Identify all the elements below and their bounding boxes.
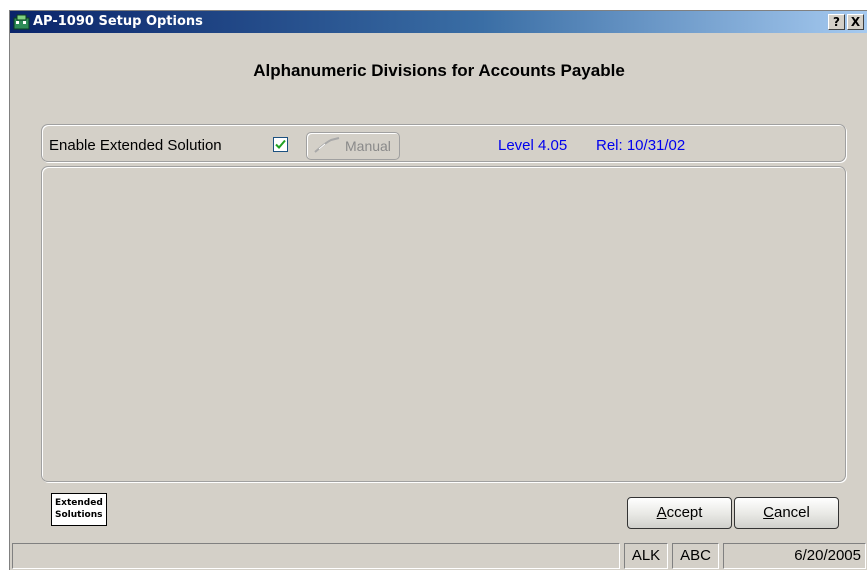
close-button[interactable]: X [847, 14, 864, 30]
accept-label: ccept [666, 504, 703, 521]
logo-line-1: Extended [55, 498, 103, 508]
level-text: Level 4.05 [498, 137, 568, 154]
extended-solutions-logo: Extended Solutions [51, 493, 107, 526]
accept-accelerator: A [656, 504, 667, 521]
manual-label: Manual [345, 138, 391, 154]
enable-extended-label: Enable Extended Solution [49, 137, 222, 154]
release-text: Rel: 10/31/02 [596, 137, 686, 154]
app-icon [13, 14, 30, 30]
status-message [12, 543, 620, 569]
status-user: ALK [624, 543, 668, 569]
window-title: AP-1090 Setup Options [33, 14, 203, 29]
title-bar[interactable]: AP-1090 Setup Options ? X [10, 11, 867, 33]
status-company: ABC [672, 543, 719, 569]
page-title: Alphanumeric Divisions for Accounts Paya… [253, 61, 625, 80]
logo-line-2: Solutions [55, 510, 103, 520]
cancel-accelerator: C [763, 504, 774, 521]
manual-icon [314, 137, 340, 153]
accept-button[interactable]: Accept [627, 497, 732, 529]
setup-options-window: AP-1090 Setup Options ? X Alphanumeric D… [9, 10, 867, 570]
status-bar: ALK ABC 6/20/2005 [10, 541, 867, 570]
status-date: 6/20/2005 [723, 543, 866, 569]
help-button[interactable]: ? [828, 14, 845, 30]
content-panel [41, 166, 846, 482]
cancel-label: ancel [773, 504, 810, 521]
cancel-button[interactable]: Cancel [734, 497, 839, 529]
enable-extended-checkbox[interactable] [273, 137, 288, 152]
check-icon [275, 139, 286, 149]
manual-button[interactable]: Manual [306, 132, 400, 160]
